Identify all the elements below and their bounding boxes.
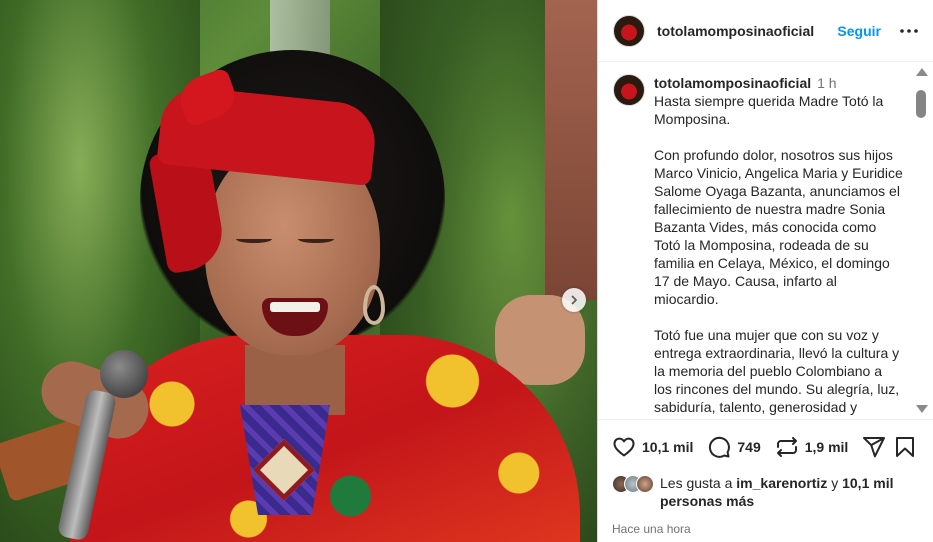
likes-prefix: Les gusta a	[660, 475, 737, 491]
likes-others-label[interactable]: personas más	[660, 493, 754, 509]
bookmark-icon	[896, 437, 914, 457]
likes-text: Les gusta a im_karenortiz y 10,1 mil per…	[660, 474, 893, 510]
instagram-post: totolamomposinaoficial Seguir totolamomp…	[0, 0, 933, 542]
caption-area[interactable]: totolamomposinaoficial 1 h Hasta siempre …	[598, 62, 933, 419]
comment-button[interactable]: 749	[707, 435, 761, 459]
post-side-panel: totolamomposinaoficial Seguir totolamomp…	[597, 0, 933, 542]
scroll-up-arrow[interactable]	[916, 68, 928, 76]
likes-summary: Les gusta a im_karenortiz y 10,1 mil per…	[612, 474, 917, 510]
caption-paragraph-1-text: Hasta siempre querida Madre Totó la Momp…	[654, 93, 884, 127]
next-image-button[interactable]	[562, 288, 586, 312]
background-wall	[545, 0, 597, 300]
repost-icon	[776, 437, 797, 457]
liker-username[interactable]: im_karenortiz	[736, 475, 827, 491]
caption-time: 1 h	[817, 75, 837, 91]
neck	[245, 345, 345, 415]
repost-button[interactable]: 1,9 mil	[775, 435, 849, 459]
like-button[interactable]: 10,1 mil	[612, 435, 693, 459]
teeth	[270, 302, 320, 312]
follow-button[interactable]: Seguir	[837, 23, 881, 39]
liker-avatars[interactable]	[612, 475, 658, 495]
actions-bar: 10,1 mil 749 1,9 mil Les gusta a im_kare…	[598, 419, 933, 536]
comments-count[interactable]: 749	[737, 439, 760, 455]
caption-paragraph-1: totolamomposinaoficial 1 h Hasta siempre …	[654, 74, 903, 128]
chevron-right-icon	[571, 295, 578, 305]
avatar[interactable]	[613, 14, 645, 47]
scroll-down-arrow[interactable]	[916, 405, 928, 413]
save-button[interactable]	[893, 435, 917, 459]
reposts-count[interactable]: 1,9 mil	[805, 439, 849, 455]
caption-paragraph-3: Totó fue una mujer que con su voz y entr…	[654, 327, 900, 415]
more-options-button[interactable]	[899, 21, 919, 41]
caption-paragraph-2: Con profundo dolor, nosotros sus hijos M…	[654, 147, 903, 307]
post-photo	[0, 0, 597, 542]
earring	[363, 285, 385, 325]
post-timestamp: Hace una hora	[612, 522, 691, 536]
caption-scrollbar[interactable]	[913, 68, 929, 413]
header-username[interactable]: totolamomposinaoficial	[657, 23, 814, 39]
caption-row: totolamomposinaoficial 1 h Hasta siempre …	[613, 74, 903, 416]
share-icon	[863, 437, 886, 458]
caption-text: totolamomposinaoficial 1 h Hasta siempre …	[654, 74, 903, 416]
caption-username[interactable]: totolamomposinaoficial	[654, 75, 811, 91]
likes-middle: y	[827, 475, 843, 491]
action-icons: 10,1 mil 749 1,9 mil	[612, 434, 917, 460]
left-eye	[236, 235, 272, 243]
liker-avatar	[636, 475, 654, 493]
microphone-head	[100, 350, 148, 398]
likes-count[interactable]: 10,1 mil	[642, 439, 693, 455]
scroll-thumb[interactable]	[916, 90, 926, 118]
post-header: totolamomposinaoficial Seguir	[598, 0, 933, 62]
share-button[interactable]	[862, 435, 886, 459]
heart-icon	[613, 437, 635, 457]
right-eye	[298, 235, 334, 243]
more-horizontal-icon	[900, 28, 918, 33]
likes-others-count[interactable]: 10,1 mil	[842, 475, 893, 491]
comment-icon	[709, 436, 731, 458]
caption-avatar[interactable]	[613, 74, 645, 106]
